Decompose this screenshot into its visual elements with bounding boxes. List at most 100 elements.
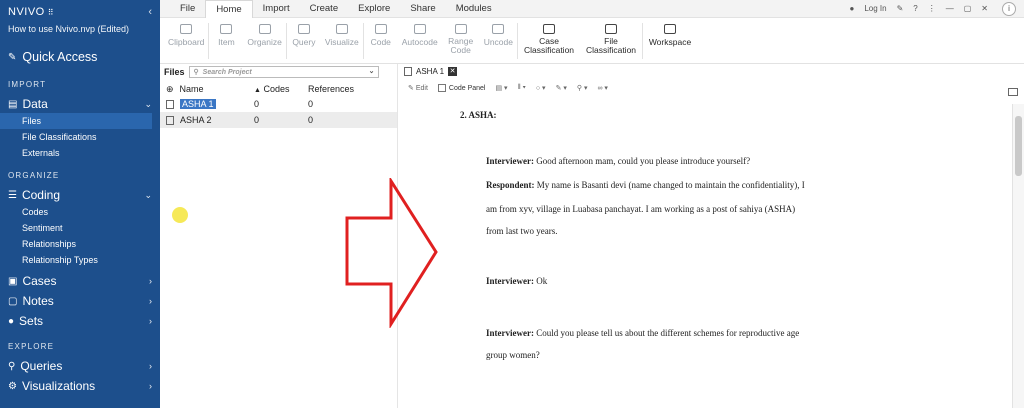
document-heading: 2. ASHA: — [460, 110, 497, 120]
zoom-menu-icon[interactable]: ⚲ ▾ — [577, 84, 588, 92]
main-area: File Home Import Create Explore Share Mo… — [160, 0, 1024, 408]
clipboard-button[interactable]: Clipboard — [164, 18, 208, 47]
sidebar-item-files[interactable]: Files — [0, 113, 152, 129]
table-row[interactable]: ASHA 2 0 0 — [160, 112, 397, 128]
visualizations-icon: ⚙ — [8, 380, 17, 392]
column-codes[interactable]: ▲ Codes — [254, 84, 308, 94]
autocode-button[interactable]: Autocode — [398, 18, 442, 47]
data-icon: ▤ — [8, 98, 18, 110]
column-references[interactable]: References — [308, 84, 368, 94]
scrollbar-thumb[interactable] — [1015, 116, 1022, 176]
close-tab-icon[interactable]: ✕ — [448, 66, 458, 76]
document-tab[interactable]: ASHA 1 ✕ — [398, 64, 1024, 78]
file-classification-icon — [605, 24, 617, 34]
menu-bar: File Home Import Create Explore Share Mo… — [160, 0, 1024, 18]
search-icon: ⚲ — [8, 360, 16, 372]
pen-menu-icon[interactable]: ✎ ▾ — [556, 84, 567, 92]
arrow-shape — [345, 178, 438, 328]
range-code-button[interactable]: Range Code — [442, 18, 480, 55]
chevron-right-icon: › — [149, 381, 152, 391]
minimize-icon[interactable]: — — [946, 4, 954, 13]
sidebar-group-queries[interactable]: ⚲ Queries › — [0, 357, 160, 375]
sidebar-item-sentiment[interactable]: Sentiment — [0, 220, 160, 236]
menu-explore[interactable]: Explore — [348, 0, 400, 18]
collapse-sidebar-icon[interactable]: ‹ — [148, 6, 152, 18]
column-name[interactable]: ⊕ Name — [166, 84, 254, 95]
vertical-scrollbar[interactable] — [1012, 104, 1024, 408]
menu-create[interactable]: Create — [300, 0, 349, 18]
uncode-icon — [492, 24, 505, 34]
workspace-button[interactable]: Workspace — [643, 18, 697, 47]
document-icon — [404, 66, 412, 76]
menu-share[interactable]: Share — [400, 0, 445, 18]
close-icon[interactable]: ✕ — [981, 4, 988, 13]
help-icon[interactable]: ? — [913, 4, 917, 13]
document-content[interactable]: 2. ASHA: Interviewer: Good afternoon mam… — [398, 104, 1010, 408]
menu-home[interactable]: Home — [205, 0, 253, 18]
sidebar-group-data[interactable]: ▤ Data ⌄ — [0, 95, 160, 113]
case-classification-button[interactable]: Case Classification — [518, 18, 580, 55]
pin-icon: ✎ — [8, 51, 17, 63]
link-menu-icon[interactable]: ∞ ▾ — [597, 84, 607, 92]
organize-icon — [258, 24, 271, 34]
uncode-button[interactable]: Uncode — [480, 18, 517, 47]
transcript-line: am from xyv, village in Luabasa panchaya… — [486, 204, 796, 214]
codes-count: 0 — [254, 115, 260, 125]
sidebar-group-visualizations[interactable]: ⚙ Visualizations › — [0, 377, 160, 395]
organize-button[interactable]: Organize — [243, 18, 286, 47]
file-name-selected[interactable]: ASHA 1 — [180, 99, 216, 109]
document-toolbar: ✎ Edit Code Panel ▤ ▾ ⫴ ▾ ○ ▾ ✎ ▾ ⚲ ▾ ∞ … — [398, 78, 1024, 98]
code-button[interactable]: Code — [364, 18, 398, 47]
content-panes: Files ⚲ Search Project ⌄ ⊕ Name ▲ Codes … — [160, 64, 1024, 408]
edit-icon[interactable]: ✎ — [897, 4, 904, 13]
more-icon[interactable]: ⋮ — [928, 4, 936, 13]
notes-icon: ▢ — [8, 295, 18, 307]
expand-window-icon[interactable] — [1008, 88, 1018, 96]
user-icon[interactable]: ● — [849, 4, 854, 13]
references-count: 0 — [308, 99, 314, 109]
transcript-line: Respondent: My name is Basanti devi (nam… — [486, 180, 805, 190]
transcript-line: Interviewer: Ok — [486, 276, 548, 286]
stripes-menu-icon[interactable]: ⫴ ▾ — [518, 84, 526, 92]
file-classification-button[interactable]: File Classification — [580, 18, 642, 55]
search-input[interactable]: ⚲ Search Project ⌄ — [188, 66, 379, 78]
add-icon[interactable]: ⊕ — [166, 84, 174, 95]
account-avatar-icon[interactable]: i — [1002, 1, 1016, 16]
visualize-icon — [335, 24, 348, 34]
red-arrow-annotation — [345, 178, 438, 328]
quick-access[interactable]: ✎ Quick Access — [0, 46, 160, 68]
nvivo-window: NVIVO ⠿ ‹ How to use Nvivo.nvp (Edited) … — [0, 0, 1024, 408]
document-icon — [166, 115, 174, 125]
menu-file[interactable]: File — [170, 0, 205, 18]
code-panel-checkbox[interactable]: Code Panel — [437, 84, 485, 92]
highlight-menu-icon[interactable]: ○ ▾ — [536, 84, 546, 92]
login-link[interactable]: Log In — [864, 4, 886, 13]
annotations-menu-icon[interactable]: ▤ ▾ — [495, 84, 507, 92]
sidebar-item-relationship-types[interactable]: Relationship Types — [0, 252, 160, 268]
visualize-button[interactable]: Visualize — [321, 18, 363, 47]
item-button[interactable]: Item — [209, 18, 243, 47]
sidebar-item-externals[interactable]: Externals — [0, 145, 160, 161]
edit-button[interactable]: ✎ Edit — [408, 84, 428, 92]
range-code-icon — [454, 24, 467, 34]
sidebar-group-sets[interactable]: ● Sets › — [0, 312, 160, 330]
sidebar-item-file-classifications[interactable]: File Classifications — [0, 129, 160, 145]
sidebar-group-notes[interactable]: ▢ Notes › — [0, 292, 160, 310]
maximize-icon[interactable]: ▢ — [964, 4, 972, 13]
project-title: How to use Nvivo.nvp (Edited) — [8, 24, 130, 34]
chevron-down-icon[interactable]: ⌄ — [369, 67, 375, 75]
chevron-right-icon: › — [149, 316, 152, 326]
sidebar-item-relationships[interactable]: Relationships — [0, 236, 160, 252]
menu-modules[interactable]: Modules — [446, 0, 502, 18]
query-button[interactable]: Query — [287, 18, 321, 47]
query-icon — [297, 24, 310, 34]
section-explore: EXPLORE — [8, 342, 55, 351]
ribbon-toolbar: Clipboard Item Organize Query Visualize … — [160, 18, 1024, 64]
table-row[interactable]: ASHA 1 0 0 — [160, 96, 397, 112]
coding-icon: ☰ — [8, 189, 17, 201]
menu-import[interactable]: Import — [253, 0, 300, 18]
search-icon: ⚲ — [193, 69, 199, 76]
sidebar-group-cases[interactable]: ▣ Cases › — [0, 272, 160, 290]
sidebar-item-codes[interactable]: Codes — [0, 204, 160, 220]
sidebar-group-coding[interactable]: ☰ Coding ⌄ — [0, 186, 160, 204]
